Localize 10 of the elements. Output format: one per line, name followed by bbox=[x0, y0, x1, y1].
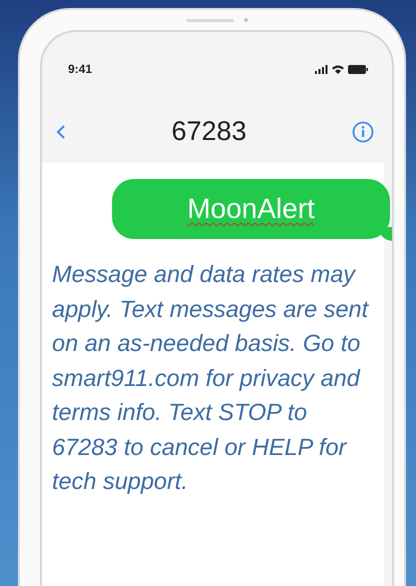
received-message-text: Message and data rates may apply. Text messages are sent on an as-needed basis. Go to smart911.com for privacy and terms info. Text STOP to 67283 to cancel or HELP for tech support. bbox=[52, 260, 370, 496]
wifi-icon bbox=[332, 64, 344, 74]
info-icon[interactable] bbox=[352, 120, 374, 142]
camera-dot bbox=[244, 18, 248, 22]
back-chevron-icon[interactable] bbox=[56, 124, 66, 140]
battery-icon bbox=[348, 64, 368, 74]
status-time: 9:41 bbox=[68, 62, 92, 76]
signal-icon bbox=[315, 64, 328, 74]
speaker-grille bbox=[186, 18, 234, 22]
conversation-title: 67283 bbox=[170, 116, 248, 147]
